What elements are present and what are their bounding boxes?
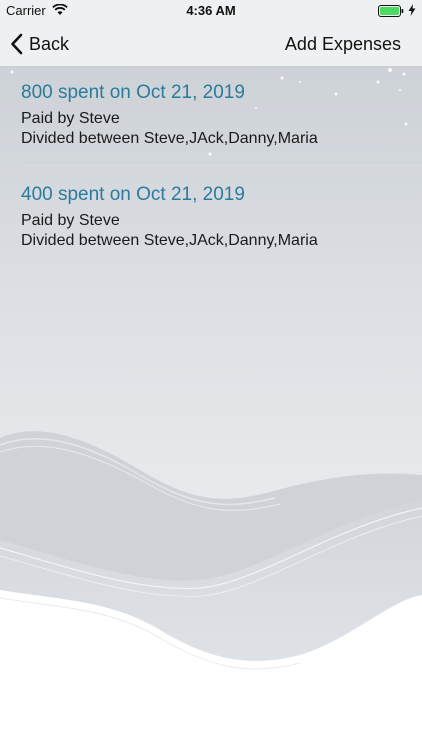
expense-item[interactable]: 800 spent on Oct 21, 2019 Paid by Steve … [0,67,422,168]
expense-paid-by: Paid by Steve [21,212,120,229]
expense-title: 400 spent on Oct 21, 2019 [21,184,245,205]
status-bar: Carrier 4:36 AM [0,0,422,22]
navigation-bar: Back Add Expenses [0,22,422,67]
expense-list: 800 spent on Oct 21, 2019 Paid by Steve … [0,67,422,270]
expense-divided-between: Divided between Steve,JAck,Danny,Maria [21,130,318,147]
expense-paid-by: Paid by Steve [21,110,120,127]
charging-bolt-icon [408,4,416,16]
back-button-label: Back [29,33,70,54]
add-expenses-button[interactable]: Add Expenses [285,22,401,66]
expense-item[interactable]: 400 spent on Oct 21, 2019 Paid by Steve … [0,168,422,270]
back-button[interactable]: Back [10,22,69,66]
chevron-left-icon [11,33,23,55]
battery-icon [378,5,404,17]
row-separator [21,165,422,166]
expense-title: 800 spent on Oct 21, 2019 [21,82,245,103]
expense-divided-between: Divided between Steve,JAck,Danny,Maria [21,232,318,249]
status-time: 4:36 AM [186,3,236,18]
